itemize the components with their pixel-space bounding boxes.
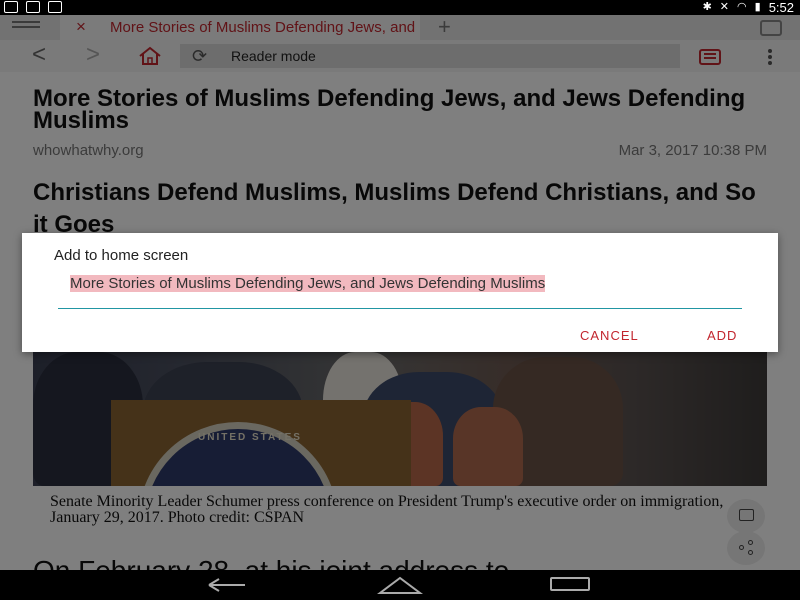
status-bar: ✱ ✕ ◠ ▮ 5:52: [0, 0, 800, 15]
add-to-home-dialog: Add to home screen More Stories of Musli…: [22, 233, 778, 352]
storage-icon: [48, 1, 62, 13]
clock: 5:52: [768, 0, 794, 15]
input-value: More Stories of Muslims Defending Jews, …: [70, 275, 546, 292]
mute-icon: ✕: [719, 1, 730, 13]
battery-icon: ▮: [754, 1, 761, 13]
download-icon: [4, 1, 18, 13]
wifi-icon: ◠: [737, 1, 747, 13]
image-icon: [26, 1, 40, 13]
system-nav-bar: [0, 570, 800, 600]
back-key-icon[interactable]: [205, 575, 249, 595]
dialog-title: Add to home screen: [54, 247, 189, 264]
cancel-button[interactable]: CANCEL: [580, 328, 639, 343]
notification-icons: [4, 1, 62, 13]
recents-key-icon[interactable]: [550, 577, 590, 591]
bluetooth-icon: ✱: [702, 1, 712, 13]
shortcut-title-input[interactable]: More Stories of Muslims Defending Jews, …: [58, 275, 742, 309]
system-icons: ✱ ✕ ◠ ▮ 5:52: [703, 0, 794, 15]
add-button[interactable]: ADD: [707, 328, 737, 343]
home-key-icon[interactable]: [376, 575, 424, 595]
